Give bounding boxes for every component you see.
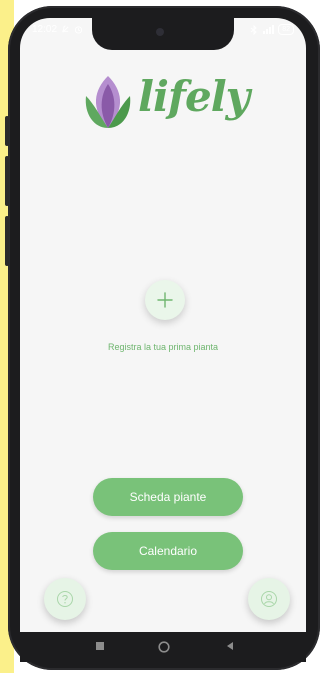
mute-icon <box>62 25 69 33</box>
user-icon <box>261 591 277 607</box>
volume-down-button <box>5 156 9 206</box>
plus-icon <box>157 292 173 308</box>
alarm-icon <box>74 26 83 34</box>
app-screen: 12:02 82 lifely Registra la tua prima pi… <box>20 18 306 632</box>
add-plant-button[interactable] <box>145 280 185 320</box>
signal-icon <box>263 25 275 34</box>
calendar-button[interactable]: Calendario <box>93 532 243 570</box>
logo-text: lifely <box>138 72 250 121</box>
profile-button[interactable] <box>248 578 290 620</box>
plants-sheet-button[interactable]: Scheda piante <box>93 478 243 516</box>
lifely-logo: lifely <box>80 70 250 140</box>
status-bar: 12:02 82 <box>20 18 306 42</box>
recent-apps-icon[interactable] <box>95 641 105 651</box>
status-time: 12:02 <box>32 24 58 35</box>
volume-up-button <box>5 116 9 146</box>
power-button <box>5 216 9 266</box>
question-icon <box>57 591 73 607</box>
system-nav-bar <box>20 632 306 662</box>
help-button[interactable] <box>44 578 86 620</box>
back-icon[interactable] <box>225 641 235 651</box>
add-plant-hint: Registra la tua prima pianta <box>107 342 219 352</box>
home-icon[interactable] <box>158 641 170 653</box>
lotus-logo-icon <box>85 76 131 128</box>
battery-indicator: 82 <box>278 24 294 35</box>
bluetooth-icon <box>250 24 257 35</box>
